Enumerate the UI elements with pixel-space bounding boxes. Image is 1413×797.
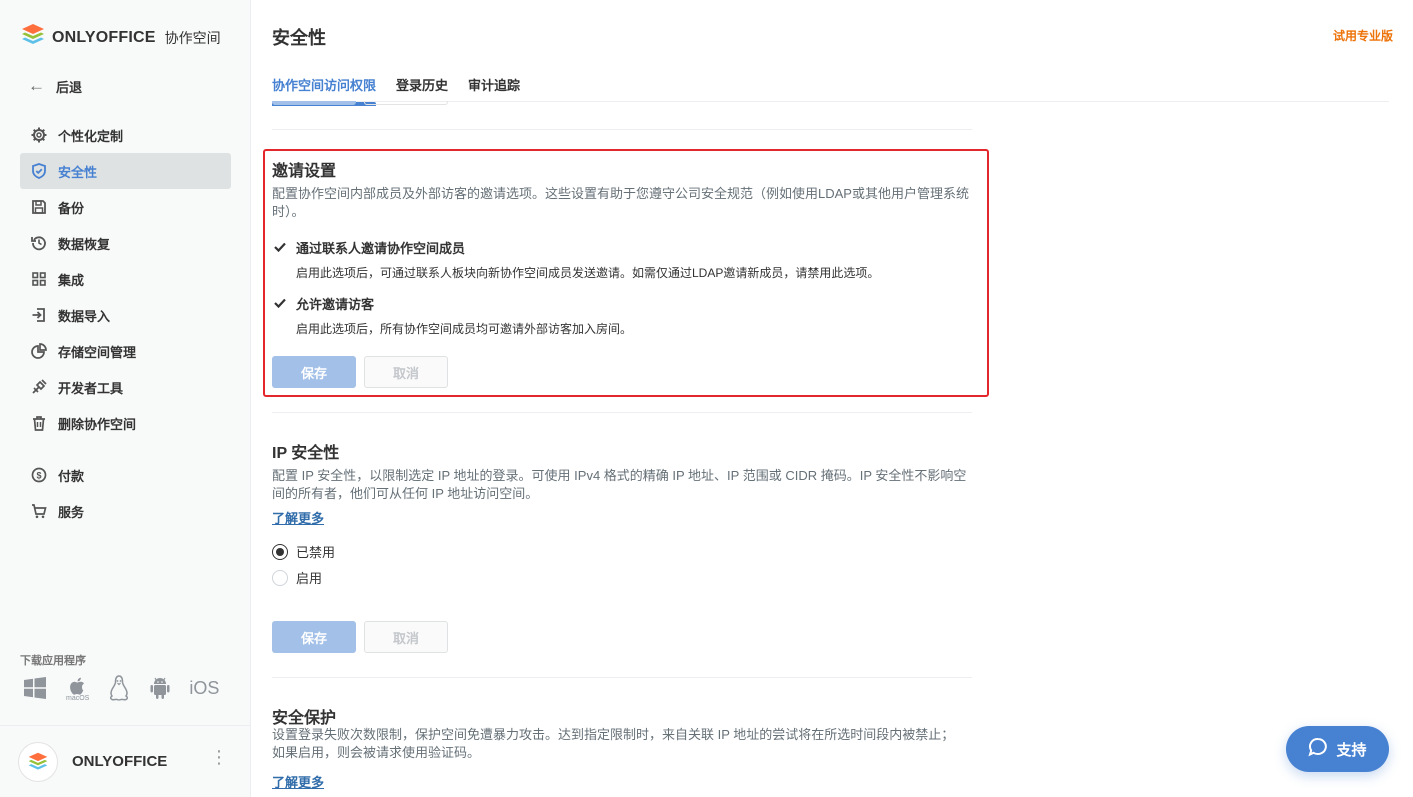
previous-save-button-edge[interactable] [272, 101, 356, 105]
tab-portal-access[interactable]: 协作空间访问权限 [272, 75, 377, 106]
restore-icon [30, 234, 48, 252]
tab-bar: 协作空间访问权限 登录历史 审计追踪 [272, 75, 520, 106]
gear-icon [30, 126, 48, 144]
section-divider [272, 412, 972, 413]
developer-tools-icon [30, 378, 48, 396]
sidebar-item-label: 集成 [58, 272, 85, 288]
download-apps-label: 下载应用程序 [20, 655, 86, 667]
sidebar-item-delete-space[interactable]: 删除协作空间 [20, 405, 231, 441]
back-button[interactable]: ← 后退 [28, 76, 82, 96]
profile-name: ONLYOFFICE [72, 753, 168, 770]
app-logo[interactable]: ONLYOFFICE 协作空间 [20, 22, 221, 53]
grid-icon [30, 270, 48, 288]
radio-disabled-label: 已禁用 [296, 545, 336, 560]
sidebar-item-services[interactable]: 服务 [20, 493, 231, 529]
option-text: 允许邀请访客 启用此选项后，所有协作空间成员均可邀请外部访客加入房间。 [296, 294, 632, 337]
import-icon [30, 306, 48, 324]
sidebar-item-label: 付款 [58, 468, 85, 484]
sidebar-item-label: 删除协作空间 [58, 416, 137, 432]
sidebar-item-developer-tools[interactable]: 开发者工具 [20, 369, 231, 405]
allow-guests-option: 允许邀请访客 启用此选项后，所有协作空间成员均可邀请外部访客加入房间。 [272, 294, 632, 337]
sidebar-item-payments[interactable]: $ 付款 [20, 457, 231, 493]
invitation-save-button[interactable]: 保存 [272, 356, 356, 388]
allow-guests-label: 允许邀请访客 [296, 297, 375, 312]
previous-cancel-button-edge[interactable] [364, 101, 448, 105]
option-text: 通过联系人邀请协作空间成员 启用此选项后，可通过联系人板块向新协作空间成员发送邀… [296, 238, 879, 281]
macos-app-link[interactable]: macOS [66, 675, 89, 702]
sidebar-item-integration[interactable]: 集成 [20, 261, 231, 297]
ip-security-disabled-option[interactable]: 已禁用 [272, 542, 335, 561]
invitation-settings-title: 邀请设置 [272, 163, 337, 180]
support-label: 支持 [1336, 741, 1367, 759]
brute-force-title: 安全保护 [272, 710, 337, 727]
sidebar-item-label: 存储空间管理 [58, 344, 137, 360]
cart-icon [30, 502, 48, 520]
sidebar-item-storage[interactable]: 存储空间管理 [20, 333, 231, 369]
sidebar-item-label: 数据导入 [58, 308, 111, 324]
radio-enabled-label: 启用 [296, 571, 323, 586]
macos-label: macOS [66, 694, 90, 702]
page-title: 安全性 [272, 28, 326, 48]
trash-icon [30, 414, 48, 432]
sidebar-item-customization[interactable]: 个性化定制 [20, 117, 231, 153]
sidebar-item-label: 服务 [58, 504, 85, 520]
sidebar-item-label: 备份 [58, 200, 85, 216]
avatar[interactable] [18, 742, 58, 782]
try-pro-link[interactable]: 试用专业版 [1333, 27, 1393, 44]
chat-bubble-icon [1308, 737, 1328, 761]
back-label: 后退 [56, 79, 83, 95]
arrow-left-icon: ← [28, 76, 45, 95]
brute-force-learn-more-link[interactable]: 了解更多 [272, 772, 324, 791]
section-divider [272, 677, 972, 678]
radio-disabled[interactable] [272, 543, 288, 560]
profile-footer: ONLYOFFICE ⋮ [0, 725, 251, 797]
menu-spacer [20, 441, 231, 457]
invite-via-contacts-checkbox[interactable] [272, 239, 288, 255]
settings-menu: 个性化定制 安全性 备份 数据恢复 集成 数据导入 存储空间管理 开发者工具 删… [20, 117, 231, 529]
save-icon [30, 198, 48, 216]
ios-icon[interactable]: iOS [189, 678, 219, 699]
sidebar-item-label: 数据恢复 [58, 236, 111, 252]
dollar-icon: $ [30, 466, 48, 484]
sidebar-item-restore[interactable]: 数据恢复 [20, 225, 231, 261]
ip-security-save-button[interactable]: 保存 [272, 621, 356, 653]
more-options-icon[interactable]: ⋮ [210, 748, 228, 766]
download-apps: macOS iOS [22, 674, 219, 702]
ip-security-description: 配置 IP 安全性，以限制选定 IP 地址的登录。可使用 IPv4 格式的精确 … [272, 468, 967, 501]
tab-login-history[interactable]: 登录历史 [396, 75, 448, 104]
sidebar-item-label: 个性化定制 [58, 128, 124, 144]
tab-audit-trail[interactable]: 审计追踪 [468, 75, 520, 104]
invite-via-contacts-description: 启用此选项后，可通过联系人板块向新协作空间成员发送邀请。如需仅通过LDAP邀请新… [296, 266, 880, 280]
invitation-cancel-button[interactable]: 取消 [364, 356, 448, 388]
android-icon[interactable] [149, 675, 171, 701]
pie-chart-icon [30, 342, 48, 360]
linux-icon[interactable] [107, 674, 131, 702]
section-divider [272, 129, 972, 130]
svg-text:$: $ [36, 471, 41, 481]
shield-icon [30, 162, 48, 180]
invitation-settings-description: 配置协作空间内部成员及外部访客的邀请选项。这些设置有助于您遵守公司安全规范（例如… [272, 186, 969, 219]
sidebar-item-label: 开发者工具 [58, 380, 124, 396]
invite-via-contacts-option: 通过联系人邀请协作空间成员 启用此选项后，可通过联系人板块向新协作空间成员发送邀… [272, 238, 879, 281]
sidebar-item-security[interactable]: 安全性 [20, 153, 231, 189]
sidebar-item-backup[interactable]: 备份 [20, 189, 231, 225]
ip-security-cancel-button[interactable]: 取消 [364, 621, 448, 653]
ip-security-enabled-option[interactable]: 启用 [272, 568, 322, 587]
ip-security-learn-more-link[interactable]: 了解更多 [272, 508, 324, 527]
macos-icon [67, 675, 89, 697]
radio-enabled[interactable] [272, 569, 288, 586]
windows-icon[interactable] [22, 675, 48, 701]
ip-security-title: IP 安全性 [272, 445, 340, 462]
logo-text: ONLYOFFICE [52, 28, 156, 46]
allow-guests-checkbox[interactable] [272, 295, 288, 311]
logo-subtitle: 协作空间 [164, 29, 221, 46]
onlyoffice-logo-icon [20, 22, 46, 53]
sidebar: ONLYOFFICE 协作空间 ← 后退 个性化定制 安全性 备份 数据恢复 集… [0, 0, 251, 797]
sidebar-item-label: 安全性 [58, 164, 98, 180]
invite-via-contacts-label: 通过联系人邀请协作空间成员 [296, 241, 466, 256]
allow-guests-description: 启用此选项后，所有协作空间成员均可邀请外部访客加入房间。 [296, 322, 633, 336]
sidebar-item-import[interactable]: 数据导入 [20, 297, 231, 333]
support-button[interactable]: 支持 [1286, 726, 1389, 772]
brute-force-description: 设置登录失败次数限制，保护空间免遭暴力攻击。达到指定限制时，来自关联 IP 地址… [272, 727, 955, 760]
